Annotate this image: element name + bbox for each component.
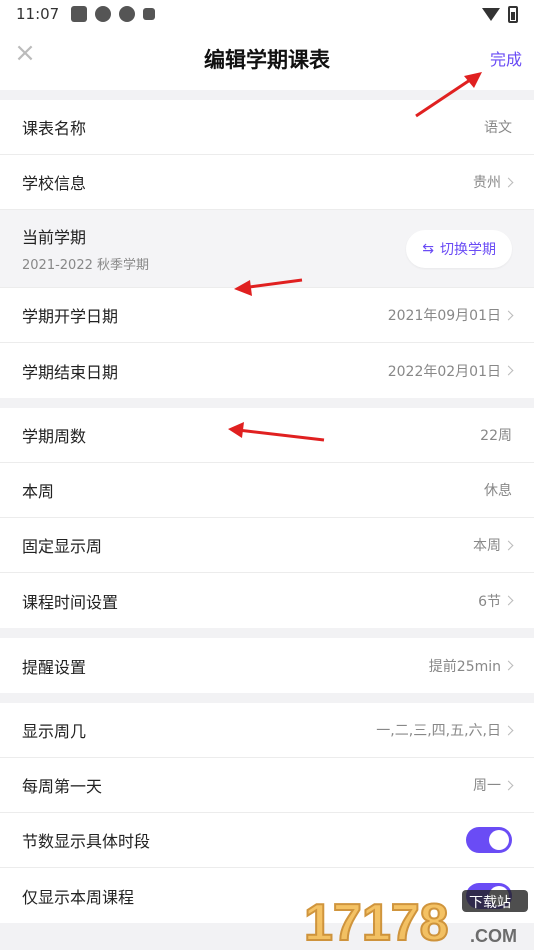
font-notification-icon: [143, 8, 156, 20]
chevron-right-icon: [503, 540, 514, 550]
chevron-right-icon: [503, 595, 514, 606]
row-value: 2022年02月01日: [387, 363, 501, 380]
chevron-right-icon: [503, 725, 514, 735]
row-label: 课表名称: [22, 119, 87, 138]
watermark-tag: 下载站: [469, 895, 511, 911]
row-value: 周一: [473, 778, 501, 794]
watermark-number: 17178: [304, 894, 449, 948]
chevron-right-icon: [503, 365, 514, 376]
row-label: 本周: [22, 482, 55, 501]
weeks-row[interactable]: 学期周数 22周: [0, 408, 534, 463]
row-label: 学期开学日期: [22, 307, 119, 326]
divider: [0, 693, 534, 703]
swap-icon: ⇆: [422, 240, 434, 257]
divider: [0, 398, 534, 408]
show-periods-row: 节数显示具体时段: [0, 813, 534, 868]
notification-icon: [71, 6, 88, 22]
app-notification-icon-2: [119, 6, 136, 22]
row-label: 学期周数: [22, 427, 87, 446]
row-label: 当前学期: [22, 228, 87, 247]
app-notification-icon: [95, 6, 112, 22]
chevron-right-icon: [503, 780, 514, 790]
divider: [0, 628, 534, 638]
close-icon[interactable]: ×: [14, 40, 36, 66]
page-title: 编辑学期课表: [204, 48, 330, 72]
reminder-section: 提醒设置 提前25min: [0, 638, 534, 693]
first-day-row[interactable]: 每周第一天 周一: [0, 758, 534, 813]
row-value: 提前25min: [428, 658, 501, 675]
chevron-right-icon: [503, 660, 514, 671]
switch-semester-button[interactable]: ⇆ 切换学期: [406, 229, 512, 268]
row-value: 语文: [484, 120, 512, 136]
status-bar: 11:07: [0, 0, 534, 28]
row-label: 节数显示具体时段: [22, 832, 151, 851]
basic-info-section: 课表名称 语文 学校信息 贵州 当前学期 2021-2022 秋季学期 ⇆ 切换…: [0, 100, 534, 398]
watermark-logo: 17178 .COM 下载站: [303, 890, 528, 948]
week-section: 学期周数 22周 本周 休息 固定显示周 本周 课程时间设置 6节: [0, 408, 534, 628]
status-time: 11:07: [16, 5, 60, 23]
school-info-row[interactable]: 学校信息 贵州: [0, 155, 534, 210]
row-label: 固定显示周: [22, 537, 103, 556]
row-value: 6节: [478, 593, 501, 610]
row-value: 本周: [473, 538, 501, 554]
row-value: 休息: [484, 483, 512, 499]
row-value: 2021年09月01日: [387, 308, 501, 324]
current-semester-row: 当前学期 2021-2022 秋季学期 ⇆ 切换学期: [0, 210, 534, 288]
row-label: 显示周几: [22, 722, 87, 741]
reminder-row[interactable]: 提醒设置 提前25min: [0, 638, 534, 693]
chevron-right-icon: [503, 177, 514, 187]
row-value: 贵州: [473, 175, 501, 191]
current-week-row[interactable]: 本周 休息: [0, 463, 534, 518]
row-label: 学期结束日期: [22, 362, 119, 382]
divider: [0, 90, 534, 100]
wifi-icon: [482, 7, 500, 21]
row-value: 一,二,三,四,五,六,日: [376, 723, 501, 739]
page-header: × 编辑学期课表 完成: [0, 28, 534, 90]
done-button[interactable]: 完成: [490, 46, 522, 70]
row-label: 课程时间设置: [22, 592, 119, 612]
start-date-row[interactable]: 学期开学日期 2021年09月01日: [0, 288, 534, 343]
row-value: 22周: [480, 428, 512, 444]
row-label: 学校信息: [22, 174, 87, 193]
chevron-right-icon: [503, 310, 514, 320]
row-label: 每周第一天: [22, 777, 103, 796]
semester-subtitle: 2021-2022 秋季学期: [22, 258, 149, 273]
row-label: 仅显示本周课程: [22, 887, 135, 907]
course-time-row[interactable]: 课程时间设置 6节: [0, 573, 534, 628]
show-periods-toggle[interactable]: [466, 827, 512, 853]
switch-semester-label: 切换学期: [440, 241, 496, 258]
end-date-row[interactable]: 学期结束日期 2022年02月01日: [0, 343, 534, 398]
weekdays-row[interactable]: 显示周几 一,二,三,四,五,六,日: [0, 703, 534, 758]
fixed-week-row[interactable]: 固定显示周 本周: [0, 518, 534, 573]
battery-icon: [508, 5, 518, 23]
row-label: 提醒设置: [22, 657, 87, 677]
course-name-row[interactable]: 课表名称 语文: [0, 100, 534, 155]
watermark-domain: .COM: [470, 926, 517, 946]
